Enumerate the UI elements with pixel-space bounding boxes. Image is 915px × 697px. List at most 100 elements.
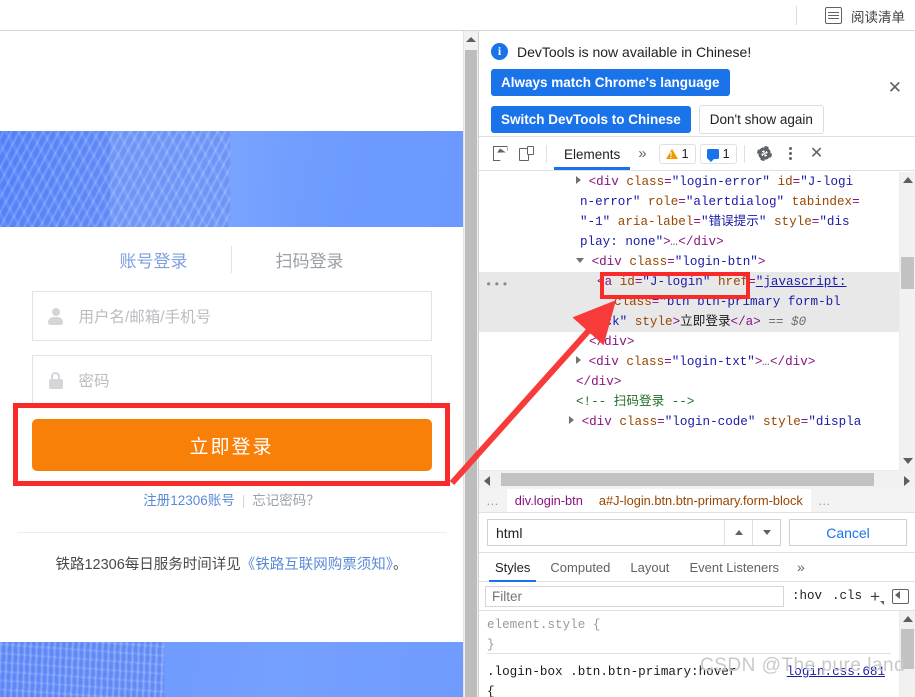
style-rule-selector-hover[interactable]: .login-box .btn.btn-primary:hover [487,665,736,679]
tab-elements[interactable]: Elements [554,139,631,170]
styles-pane[interactable]: element.style { } login.css:681 .login-b… [479,611,899,697]
hov-toggle-button[interactable]: :hov [790,589,824,603]
password-placeholder: 密码 [78,373,110,390]
warning-count-badge[interactable]: 1 [658,143,696,164]
dom-line[interactable]: n-error" role="alertdialog" tabindex= [479,192,915,212]
dom-line-selected[interactable]: ock" style>立即登录</a> == $0 [479,312,915,332]
message-count-badge[interactable]: 1 [699,143,737,164]
login-submit-button[interactable]: 立即登录 [31,419,432,471]
username-field[interactable]: 用户名/邮箱/手机号 [31,291,432,341]
dom-scroll-left-icon[interactable] [484,476,490,486]
tab-account-login[interactable]: 账号登录 [76,247,231,272]
style-rule-open-brace: { [592,618,601,632]
gear-icon[interactable] [752,141,778,167]
dom-line[interactable]: </div> [479,332,915,352]
chevron-down-icon[interactable] [752,520,780,545]
tab-layout[interactable]: Layout [620,553,679,581]
dom-line-selected[interactable]: ••• <a id="J-login" href="javascript: [479,272,915,292]
scroll-up-arrow-icon[interactable] [464,31,478,48]
chevron-up-icon[interactable] [724,520,752,545]
service-note-prefix: 铁路12306每日服务时间详见 [55,557,241,573]
register-link[interactable]: 注册12306账号 [143,493,235,508]
styles-tab-bar: Styles Computed Layout Event Listeners » [479,553,915,582]
style-source-link[interactable]: login.css:681 [787,662,885,682]
styles-vertical-scrollbar[interactable] [899,611,915,697]
chevron-double-right-icon[interactable]: » [630,145,654,162]
dom-line[interactable]: <!-- 扫码登录 --> [479,392,915,412]
search-input[interactable] [488,524,724,541]
screenshot-root: 阅读清单 账号登录 扫码登录 用户名/邮箱/手机号 密码 立即登录 注册1230… [0,0,915,697]
password-field[interactable]: 密码 [31,355,432,405]
devtools-close-icon[interactable]: ✕ [804,141,830,167]
dom-scroll-right-icon[interactable] [904,476,910,486]
warning-count-label: 1 [681,146,689,161]
dom-scroll-up-icon[interactable] [903,177,913,183]
styles-rule-divider [487,653,891,654]
page-vertical-scrollbar[interactable] [463,31,478,697]
breadcrumb-item-a-jlogin[interactable]: a#J-login.btn.btn-primary.form-block [590,488,811,512]
browser-toolbar-strip: 阅读清单 [0,0,915,31]
device-toolbar-icon[interactable] [513,141,539,167]
tab-qrcode-login[interactable]: 扫码登录 [232,247,387,272]
message-bubble-icon [706,148,719,162]
switch-devtools-chinese-button[interactable]: Switch DevTools to Chinese [491,106,691,133]
dom-hscrollbar-thumb[interactable] [501,473,874,486]
dont-show-again-button[interactable]: Don't show again [698,105,824,134]
dom-scrollbar-thumb[interactable] [901,257,914,289]
username-placeholder: 用户名/邮箱/手机号 [78,309,212,326]
dom-line-selected[interactable]: class="btn btn-primary form-bl [479,292,915,312]
dom-tree-view[interactable]: <div class="login-error" id="J-logi n-er… [479,172,915,470]
tab-computed[interactable]: Computed [540,553,620,581]
card-divider [16,532,447,533]
search-input-wrapper[interactable] [487,519,781,546]
login-submit-wrapper: 立即登录 [12,403,450,486]
breadcrumb-item-div-login-btn[interactable]: div.login-btn [506,488,591,512]
purchase-notice-link[interactable]: 《铁路互联网购票须知》 [241,557,393,573]
message-count-label: 1 [722,146,730,161]
infobar-close-icon[interactable]: ✕ [888,79,902,96]
cls-toggle-button[interactable]: .cls [830,589,864,603]
kebab-menu-icon[interactable] [778,141,804,167]
warning-triangle-icon [665,148,678,160]
dom-line[interactable]: <div class="login-code" style="displa [479,412,915,432]
dom-line[interactable]: </div> [479,372,915,392]
style-rule-hover[interactable]: login.css:681 .login-box .btn.btn-primar… [487,662,899,697]
new-style-rule-button[interactable]: + [870,588,884,605]
forgot-password-link[interactable]: 忘记密码？ [252,493,320,508]
style-rule-element-style[interactable]: element.style { } [487,615,899,655]
tab-event-listeners[interactable]: Event Listeners [679,553,789,581]
dom-line[interactable]: <div class="login-error" id="J-logi [479,172,915,192]
styles-filter-input[interactable] [485,585,785,607]
breadcrumb-overflow-left[interactable]: … [479,493,507,508]
login-card: 账号登录 扫码登录 用户名/邮箱/手机号 密码 立即登录 注册12306账号 |… [0,227,463,574]
panel-toggle-icon[interactable] [892,588,909,604]
list-icon [825,7,842,24]
styles-chevron-double-right-icon[interactable]: » [789,559,813,575]
dom-line[interactable]: <div class="login-btn"> [479,252,915,272]
styles-scroll-up-icon[interactable] [903,616,913,622]
infobar-message-row: i DevTools is now available in Chinese! [491,43,903,60]
devtools-language-infobar: i DevTools is now available in Chinese! … [479,31,915,137]
tab-styles[interactable]: Styles [485,553,540,582]
page-banner-top [0,131,463,227]
page-scrollbar-thumb[interactable] [465,50,477,697]
dom-scroll-down-icon[interactable] [903,458,913,464]
style-rule-selector[interactable]: element.style [487,618,585,632]
reading-list-button[interactable]: 阅读清单 [825,3,905,28]
reading-list-label: 阅读清单 [851,9,905,25]
style-rule-close-brace: } [487,638,495,652]
cancel-button[interactable]: Cancel [789,519,907,546]
dom-line[interactable]: <div class="login-txt">…</div> [479,352,915,372]
toolbar-divider-2 [743,144,745,163]
style-rule-open-brace-hover: { [487,685,495,697]
inspect-cursor-icon[interactable] [487,141,513,167]
user-icon [33,308,79,325]
dom-tree-horizontal-scrollbar[interactable] [479,470,915,488]
dom-line[interactable]: "-1" aria-label="错误提示" style="dis [479,212,915,232]
service-time-note: 铁路12306每日服务时间详见《铁路互联网购票须知》。 [0,553,463,574]
dom-line[interactable]: play: none">…</div> [479,232,915,252]
dom-tree-vertical-scrollbar[interactable] [899,172,915,470]
breadcrumb-overflow-right[interactable]: … [811,493,839,508]
always-match-language-button[interactable]: Always match Chrome's language [491,69,730,96]
styles-scrollbar-thumb[interactable] [901,629,914,669]
